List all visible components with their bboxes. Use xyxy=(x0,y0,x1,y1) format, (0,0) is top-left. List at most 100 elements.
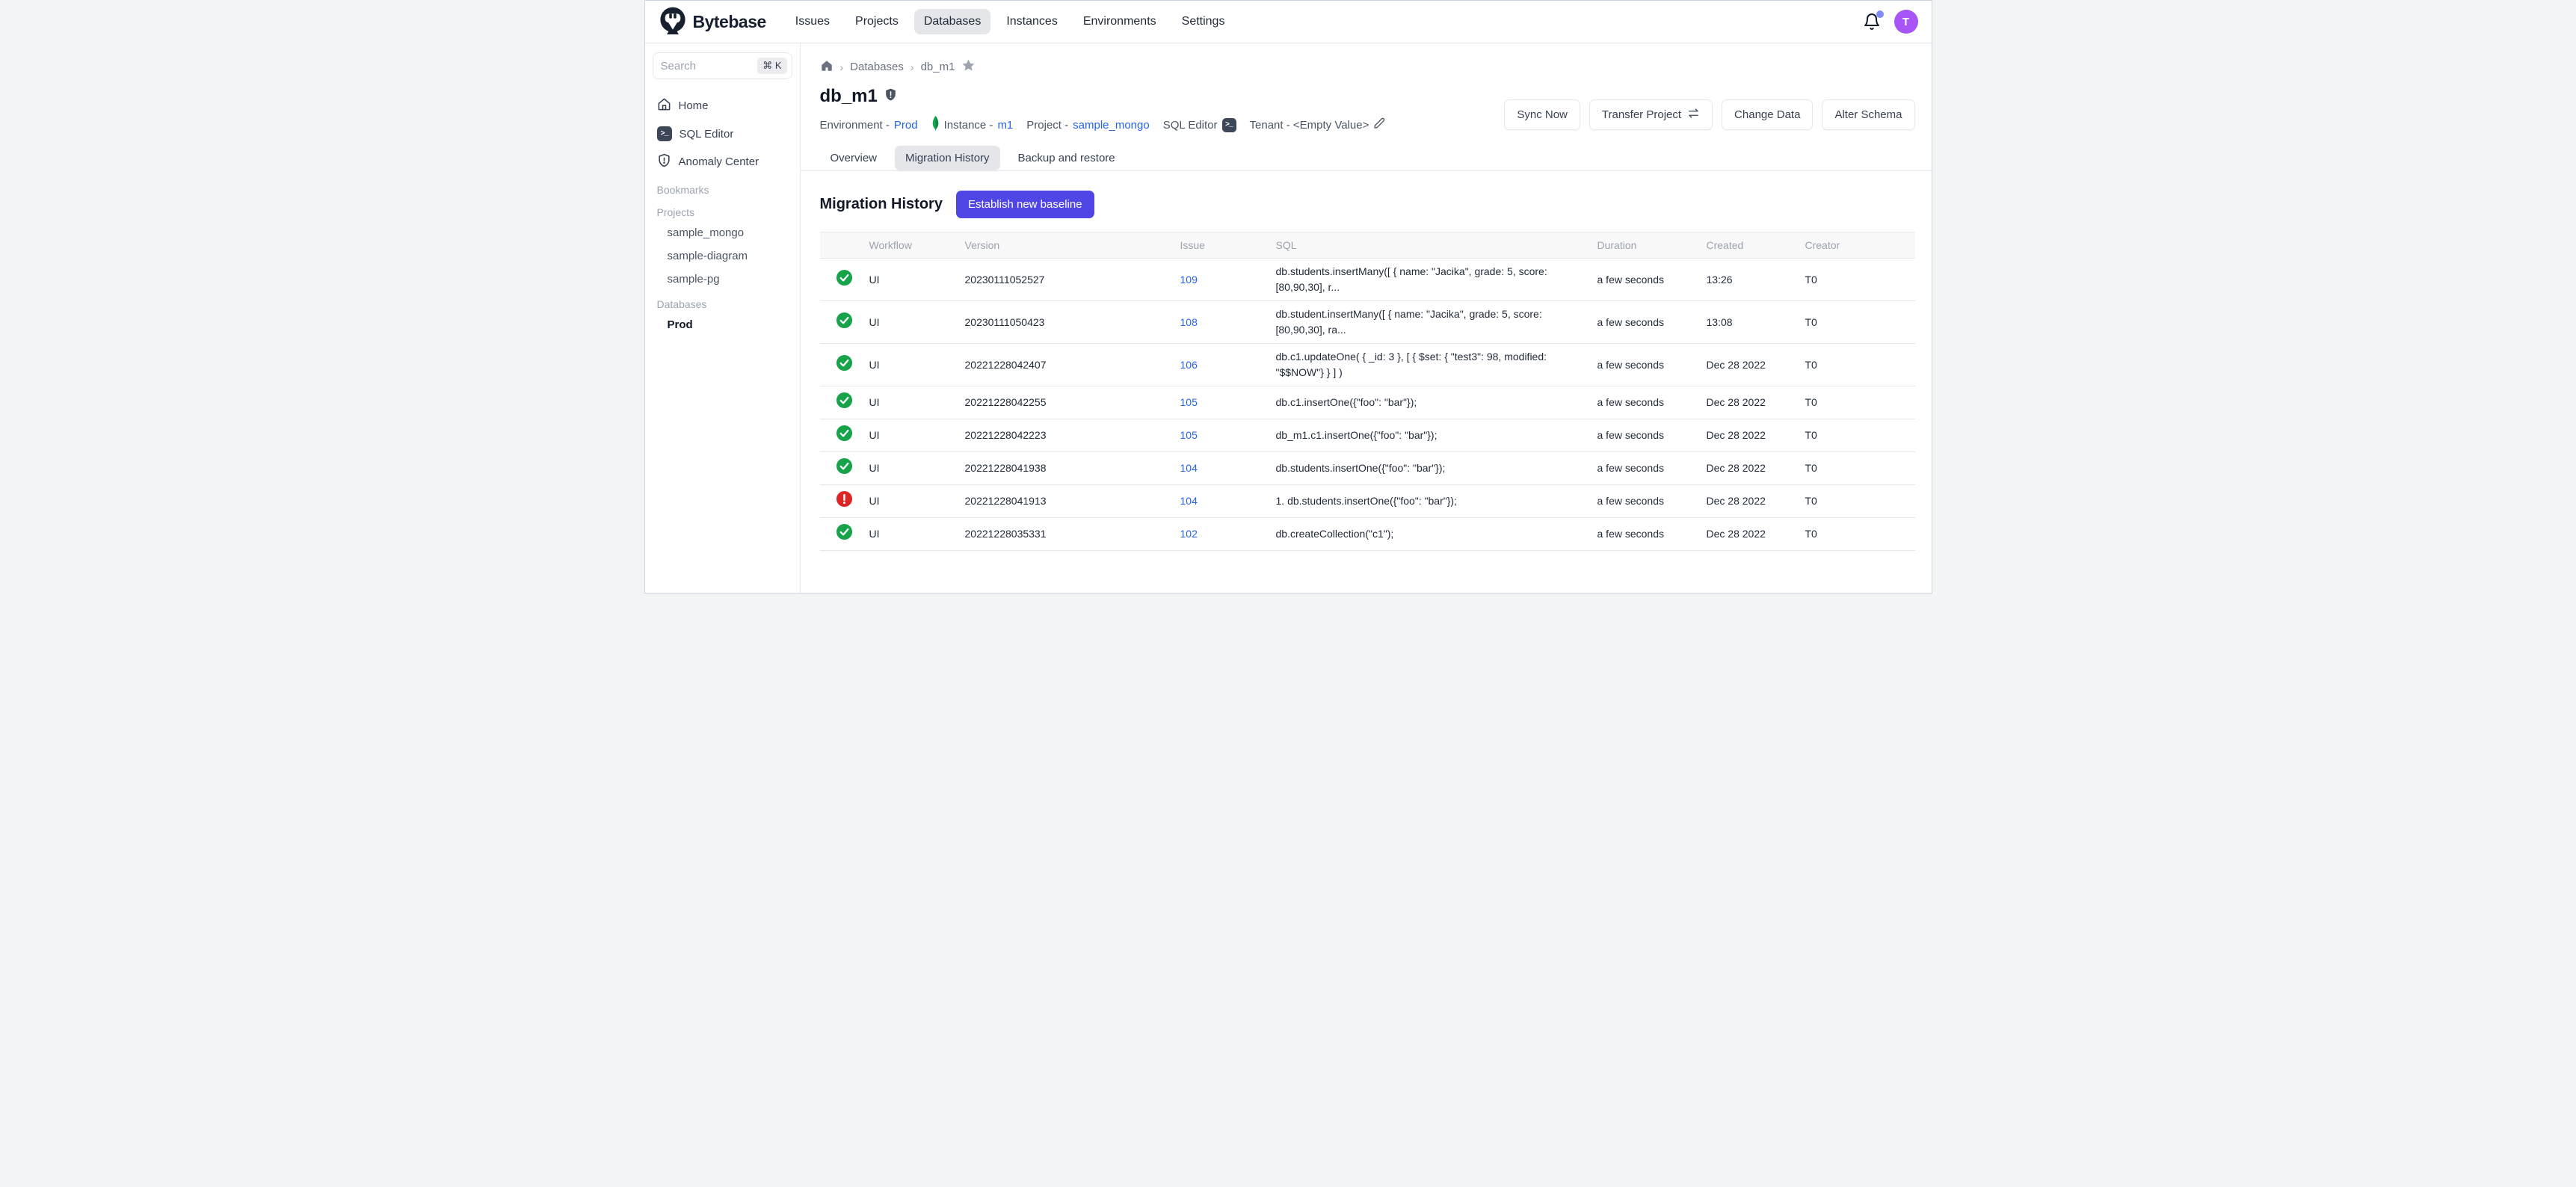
app-window: Bytebase Issues Projects Databases Insta… xyxy=(644,0,1932,594)
database-meta-row: Environment - Prod Instance - xyxy=(820,116,1386,134)
topnav-issues[interactable]: Issues xyxy=(786,9,839,34)
transfer-project-button[interactable]: Transfer Project xyxy=(1589,99,1713,130)
tab-overview[interactable]: Overview xyxy=(820,146,888,170)
duration-cell: a few seconds xyxy=(1591,518,1701,551)
column-version: Version xyxy=(959,232,1174,259)
avatar[interactable]: T xyxy=(1894,10,1918,34)
breadcrumb-db-m1[interactable]: db_m1 xyxy=(921,61,955,73)
notification-dot xyxy=(1876,10,1884,18)
version-cell: 20221228041938 xyxy=(959,452,1174,485)
status-success-icon xyxy=(836,425,853,446)
sidebar-database-prod[interactable]: Prod xyxy=(653,313,792,336)
topnav-instances[interactable]: Instances xyxy=(996,9,1067,34)
table-row[interactable]: UI 20221228042223 105 db_m1.c1.insertOne… xyxy=(820,419,1915,452)
page-actions: Sync Now Transfer Project Change Data Al… xyxy=(1504,99,1914,130)
top-navigation: Issues Projects Databases Instances Envi… xyxy=(786,9,1235,34)
pencil-icon[interactable] xyxy=(1373,117,1385,132)
topnav-environments[interactable]: Environments xyxy=(1073,9,1166,34)
breadcrumb-databases[interactable]: Databases xyxy=(850,61,904,73)
sidebar-item-sql-editor[interactable]: >_ SQL Editor xyxy=(653,120,792,147)
duration-cell: a few seconds xyxy=(1591,259,1701,301)
workflow-cell: UI xyxy=(863,518,959,551)
table-row[interactable]: UI 20221228041913 104 1. db.students.ins… xyxy=(820,485,1915,518)
search-input[interactable] xyxy=(661,60,758,73)
mongodb-leaf-icon xyxy=(931,116,940,134)
creator-cell: T0 xyxy=(1799,518,1915,551)
sidebar-item-anomaly-center[interactable]: Anomaly Center xyxy=(653,147,792,176)
sql-editor-icon: >_ xyxy=(657,126,672,141)
sql-cell: db.student.insertMany([ { name: "Jacika"… xyxy=(1270,301,1591,344)
sql-cell: db.createCollection("c1"); xyxy=(1270,518,1591,551)
topnav-projects[interactable]: Projects xyxy=(845,9,908,34)
workflow-cell: UI xyxy=(863,259,959,301)
status-success-icon xyxy=(836,269,853,291)
meta-sql-editor[interactable]: SQL Editor >_ xyxy=(1163,118,1236,132)
sidebar-project-sample-pg[interactable]: sample-pg xyxy=(653,268,792,291)
issue-link[interactable]: 108 xyxy=(1180,316,1198,328)
table-row[interactable]: UI 20221228042255 105 db.c1.insertOne({"… xyxy=(820,386,1915,419)
topnav-settings[interactable]: Settings xyxy=(1172,9,1235,34)
topbar-right: T xyxy=(1863,10,1918,34)
topnav-databases[interactable]: Databases xyxy=(914,9,991,34)
table-row[interactable]: UI 20221228035331 102 db.createCollectio… xyxy=(820,518,1915,551)
bytebase-logo[interactable]: Bytebase xyxy=(659,6,766,38)
issue-link[interactable]: 105 xyxy=(1180,429,1198,441)
instance-link[interactable]: m1 xyxy=(997,119,1013,132)
table-row[interactable]: UI 20230111052527 109 db.students.insert… xyxy=(820,259,1915,301)
sync-now-button[interactable]: Sync Now xyxy=(1504,99,1580,130)
change-data-button[interactable]: Change Data xyxy=(1722,99,1813,130)
project-link[interactable]: sample_mongo xyxy=(1073,119,1150,132)
sidebar-section-bookmarks: Bookmarks xyxy=(653,176,792,199)
notifications-bell-icon[interactable] xyxy=(1863,13,1881,31)
version-cell: 20221228042255 xyxy=(959,386,1174,419)
created-cell: 13:26 xyxy=(1701,259,1799,301)
breadcrumb-home-icon[interactable] xyxy=(820,59,833,75)
status-success-icon xyxy=(836,523,853,545)
issue-link[interactable]: 104 xyxy=(1180,462,1198,474)
duration-cell: a few seconds xyxy=(1591,452,1701,485)
tab-migration-history[interactable]: Migration History xyxy=(895,146,1000,170)
brand-name: Bytebase xyxy=(693,12,766,32)
search-box[interactable]: ⌘ K xyxy=(653,52,792,79)
meta-instance: Instance - m1 xyxy=(931,116,1014,134)
meta-environment: Environment - Prod xyxy=(820,119,918,132)
creator-cell: T0 xyxy=(1799,344,1915,386)
sidebar-section-databases: Databases xyxy=(653,291,792,313)
sidebar-section-projects: Projects xyxy=(653,199,792,221)
sql-cell: db.students.insertOne({"foo": "bar"}); xyxy=(1270,452,1591,485)
table-row[interactable]: UI 20221228041938 104 db.students.insert… xyxy=(820,452,1915,485)
environment-link[interactable]: Prod xyxy=(894,119,918,132)
establish-baseline-button[interactable]: Establish new baseline xyxy=(956,191,1094,218)
sidebar-item-label: Home xyxy=(679,99,709,112)
issue-link[interactable]: 106 xyxy=(1180,359,1198,371)
issue-link[interactable]: 109 xyxy=(1180,274,1198,286)
shield-alert-icon[interactable] xyxy=(884,87,898,105)
meta-project: Project - sample_mongo xyxy=(1026,119,1149,132)
issue-link[interactable]: 105 xyxy=(1180,396,1198,408)
created-cell: Dec 28 2022 xyxy=(1701,386,1799,419)
sql-cell: db.c1.insertOne({"foo": "bar"}); xyxy=(1270,386,1591,419)
page-head-left: db_m1 Environment - Prod xyxy=(820,86,1386,134)
alter-schema-button[interactable]: Alter Schema xyxy=(1822,99,1914,130)
table-row[interactable]: UI 20221228042407 106 db.c1.updateOne( {… xyxy=(820,344,1915,386)
home-icon xyxy=(657,97,671,114)
status-success-icon xyxy=(836,312,853,333)
version-cell: 20221228042407 xyxy=(959,344,1174,386)
column-workflow: Workflow xyxy=(863,232,959,259)
column-creator: Creator xyxy=(1799,232,1915,259)
created-cell: Dec 28 2022 xyxy=(1701,452,1799,485)
sql-cell: 1. db.students.insertOne({"foo": "bar"})… xyxy=(1270,485,1591,518)
duration-cell: a few seconds xyxy=(1591,301,1701,344)
issue-link[interactable]: 104 xyxy=(1180,495,1198,507)
tab-backup-and-restore[interactable]: Backup and restore xyxy=(1008,146,1126,170)
sidebar-project-sample-mongo[interactable]: sample_mongo xyxy=(653,221,792,244)
issue-link[interactable]: 102 xyxy=(1180,528,1198,540)
table-row[interactable]: UI 20230111050423 108 db.student.insertM… xyxy=(820,301,1915,344)
sidebar-item-home[interactable]: Home xyxy=(653,91,792,120)
star-icon[interactable] xyxy=(961,58,976,75)
column-issue: Issue xyxy=(1174,232,1270,259)
sidebar-nav: Home >_ SQL Editor Anomaly Center xyxy=(653,91,792,336)
migration-table-body: UI 20230111052527 109 db.students.insert… xyxy=(820,259,1915,551)
sidebar: ⌘ K Home >_ SQL Editor xyxy=(645,43,801,594)
sidebar-project-sample-diagram[interactable]: sample-diagram xyxy=(653,244,792,268)
